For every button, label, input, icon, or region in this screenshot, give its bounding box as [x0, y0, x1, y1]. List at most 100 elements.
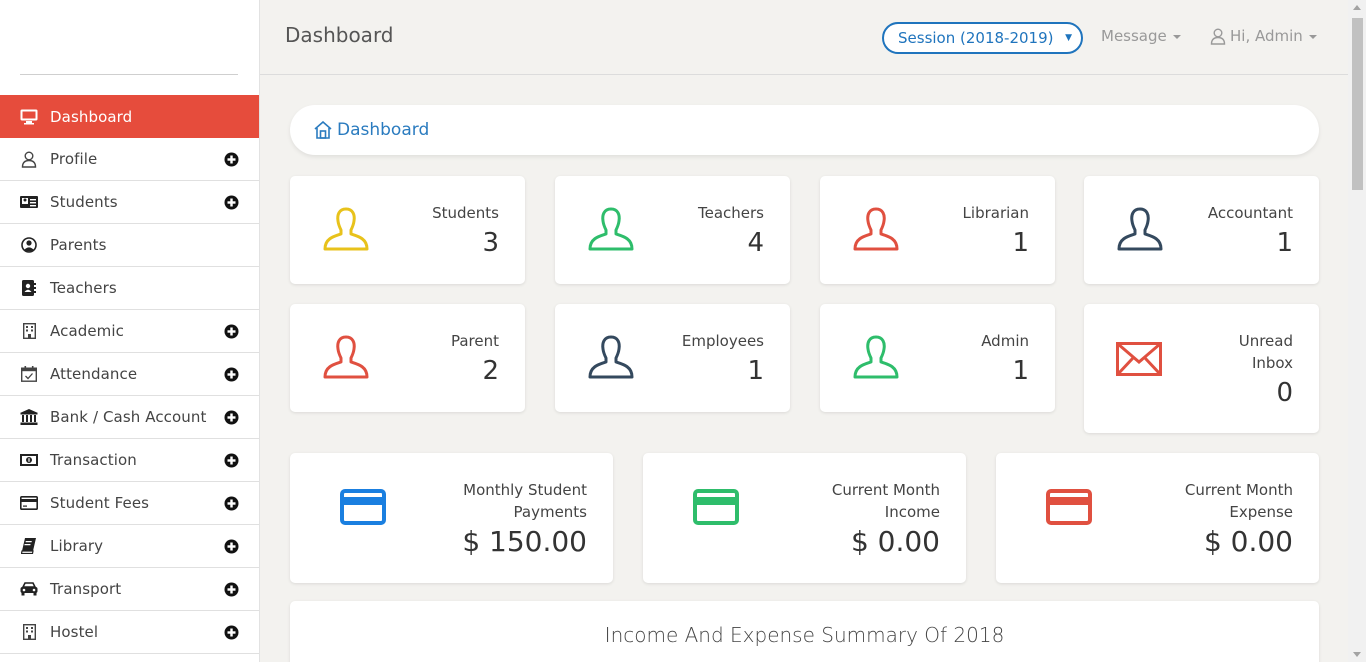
user-icon — [587, 334, 635, 384]
calendar-check-icon — [20, 365, 38, 383]
sidebar-item-bank-cash-account[interactable]: Bank / Cash Account — [0, 396, 259, 439]
sidebar-item-student-fees[interactable]: Student Fees — [0, 482, 259, 525]
money-label-line2: Payments — [462, 501, 587, 523]
sidebar-item-label: Student Fees — [50, 494, 224, 512]
stat-value: 1 — [682, 352, 764, 390]
money-card-current-month-income[interactable]: Current Month Income $ 0.00 — [643, 453, 966, 583]
expand-plus-icon[interactable] — [224, 195, 239, 210]
breadcrumb-item-dashboard[interactable]: Dashboard — [337, 120, 429, 140]
money-value: $ 150.00 — [462, 523, 587, 561]
sidebar-item-transport[interactable]: Transport — [0, 568, 259, 611]
money-card-current-month-expense[interactable]: Current Month Expense $ 0.00 — [996, 453, 1319, 583]
message-menu[interactable]: Message — [1101, 27, 1181, 45]
stat-card-parent[interactable]: Parent 2 — [290, 304, 525, 412]
sidebar-item-label: Parents — [50, 236, 239, 254]
address-book-icon — [20, 279, 38, 297]
user-menu[interactable]: Hi, Admin — [1210, 27, 1317, 45]
sidebar-item-label: Transport — [50, 580, 224, 598]
sidebar-item-hostel[interactable]: Hostel — [0, 611, 259, 654]
user-icon — [20, 150, 38, 168]
stat-label: Accountant — [1208, 202, 1293, 224]
user-icon — [322, 206, 370, 256]
stat-card-admin[interactable]: Admin 1 — [820, 304, 1055, 412]
bank-icon — [20, 408, 38, 426]
credit-card-icon — [340, 489, 386, 529]
sidebar-item-profile[interactable]: Profile — [0, 138, 259, 181]
expand-plus-icon[interactable] — [224, 453, 239, 468]
sidebar-item-academic[interactable]: Academic — [0, 310, 259, 353]
caret-down-icon: ▼ — [1065, 33, 1072, 43]
expand-plus-icon[interactable] — [224, 539, 239, 554]
money-label-line1: Monthly Student — [462, 479, 587, 501]
session-select[interactable]: Session (2018-2019) ▼ — [882, 22, 1083, 54]
expand-plus-icon[interactable] — [224, 324, 239, 339]
money-value: $ 0.00 — [1185, 523, 1293, 561]
user-icon — [852, 206, 900, 256]
sidebar-item-label: Transaction — [50, 451, 224, 469]
home-icon — [314, 121, 332, 139]
user-icon — [1210, 28, 1226, 45]
stat-value: 0 — [1239, 374, 1293, 412]
logo-divider — [20, 74, 238, 75]
message-menu-label: Message — [1101, 27, 1167, 45]
stat-label: Parent — [451, 330, 499, 352]
sidebar: Dashboard Profile Students Parents — [0, 0, 260, 662]
sidebar-item-label: Academic — [50, 322, 224, 340]
sidebar-item-label: Students — [50, 193, 224, 211]
stat-label-line2: Inbox — [1239, 352, 1293, 374]
expand-plus-icon[interactable] — [224, 410, 239, 425]
money-label-line1: Current Month — [1185, 479, 1293, 501]
stat-card-teachers[interactable]: Teachers 4 — [555, 176, 790, 284]
money-label-line2: Income — [832, 501, 940, 523]
sidebar-item-label: Bank / Cash Account — [50, 408, 224, 426]
sidebar-item-label: Attendance — [50, 365, 224, 383]
user-icon — [1116, 206, 1164, 256]
page-scrollbar[interactable] — [1348, 0, 1366, 662]
scroll-up-arrow-icon[interactable] — [1353, 5, 1361, 10]
stat-card-accountant[interactable]: Accountant 1 — [1084, 176, 1319, 284]
expand-plus-icon[interactable] — [224, 152, 239, 167]
scroll-down-arrow-icon[interactable] — [1353, 652, 1361, 657]
sidebar-item-dashboard[interactable]: Dashboard — [0, 95, 259, 138]
stat-card-unread-inbox[interactable]: Unread Inbox 0 — [1084, 304, 1319, 433]
sidebar-item-label: Library — [50, 537, 224, 555]
stat-card-students[interactable]: Students 3 — [290, 176, 525, 284]
stat-value: 1 — [1208, 224, 1293, 262]
scrollbar-thumb[interactable] — [1352, 18, 1363, 190]
money-card-monthly-student-payments[interactable]: Monthly Student Payments $ 150.00 — [290, 453, 613, 583]
building-icon — [20, 623, 38, 641]
sidebar-item-label: Dashboard — [50, 108, 239, 126]
sidebar-nav: Dashboard Profile Students Parents — [0, 95, 259, 654]
car-icon — [20, 580, 38, 598]
sidebar-item-teachers[interactable]: Teachers — [0, 267, 259, 310]
expand-plus-icon[interactable] — [224, 496, 239, 511]
top-bar: Dashboard Session (2018-2019) ▼ Message … — [260, 0, 1348, 75]
monitor-icon — [20, 108, 38, 126]
stat-card-employees[interactable]: Employees 1 — [555, 304, 790, 412]
user-menu-label: Hi, Admin — [1230, 27, 1303, 45]
expand-plus-icon[interactable] — [224, 625, 239, 640]
stat-value: 1 — [963, 224, 1029, 262]
sidebar-item-attendance[interactable]: Attendance — [0, 353, 259, 396]
sidebar-item-label: Hostel — [50, 623, 224, 641]
money-label-line1: Current Month — [832, 479, 940, 501]
breadcrumb[interactable]: Dashboard — [290, 105, 1319, 155]
expand-plus-icon[interactable] — [224, 582, 239, 597]
stat-value: 2 — [451, 352, 499, 390]
stat-value: 4 — [698, 224, 764, 262]
stat-card-librarian[interactable]: Librarian 1 — [820, 176, 1055, 284]
sidebar-item-transaction[interactable]: Transaction — [0, 439, 259, 482]
sidebar-item-parents[interactable]: Parents — [0, 224, 259, 267]
sidebar-item-students[interactable]: Students — [0, 181, 259, 224]
stat-label-line1: Unread — [1239, 330, 1293, 352]
expand-plus-icon[interactable] — [224, 367, 239, 382]
sidebar-item-library[interactable]: Library — [0, 525, 259, 568]
money-bill-icon — [20, 451, 38, 469]
user-circle-icon — [20, 236, 38, 254]
sidebar-item-label: Profile — [50, 150, 224, 168]
credit-card-icon — [693, 489, 739, 529]
stat-label: Employees — [682, 330, 764, 352]
user-icon — [852, 334, 900, 384]
sidebar-item-label: Teachers — [50, 279, 239, 297]
caret-down-icon — [1173, 35, 1181, 39]
